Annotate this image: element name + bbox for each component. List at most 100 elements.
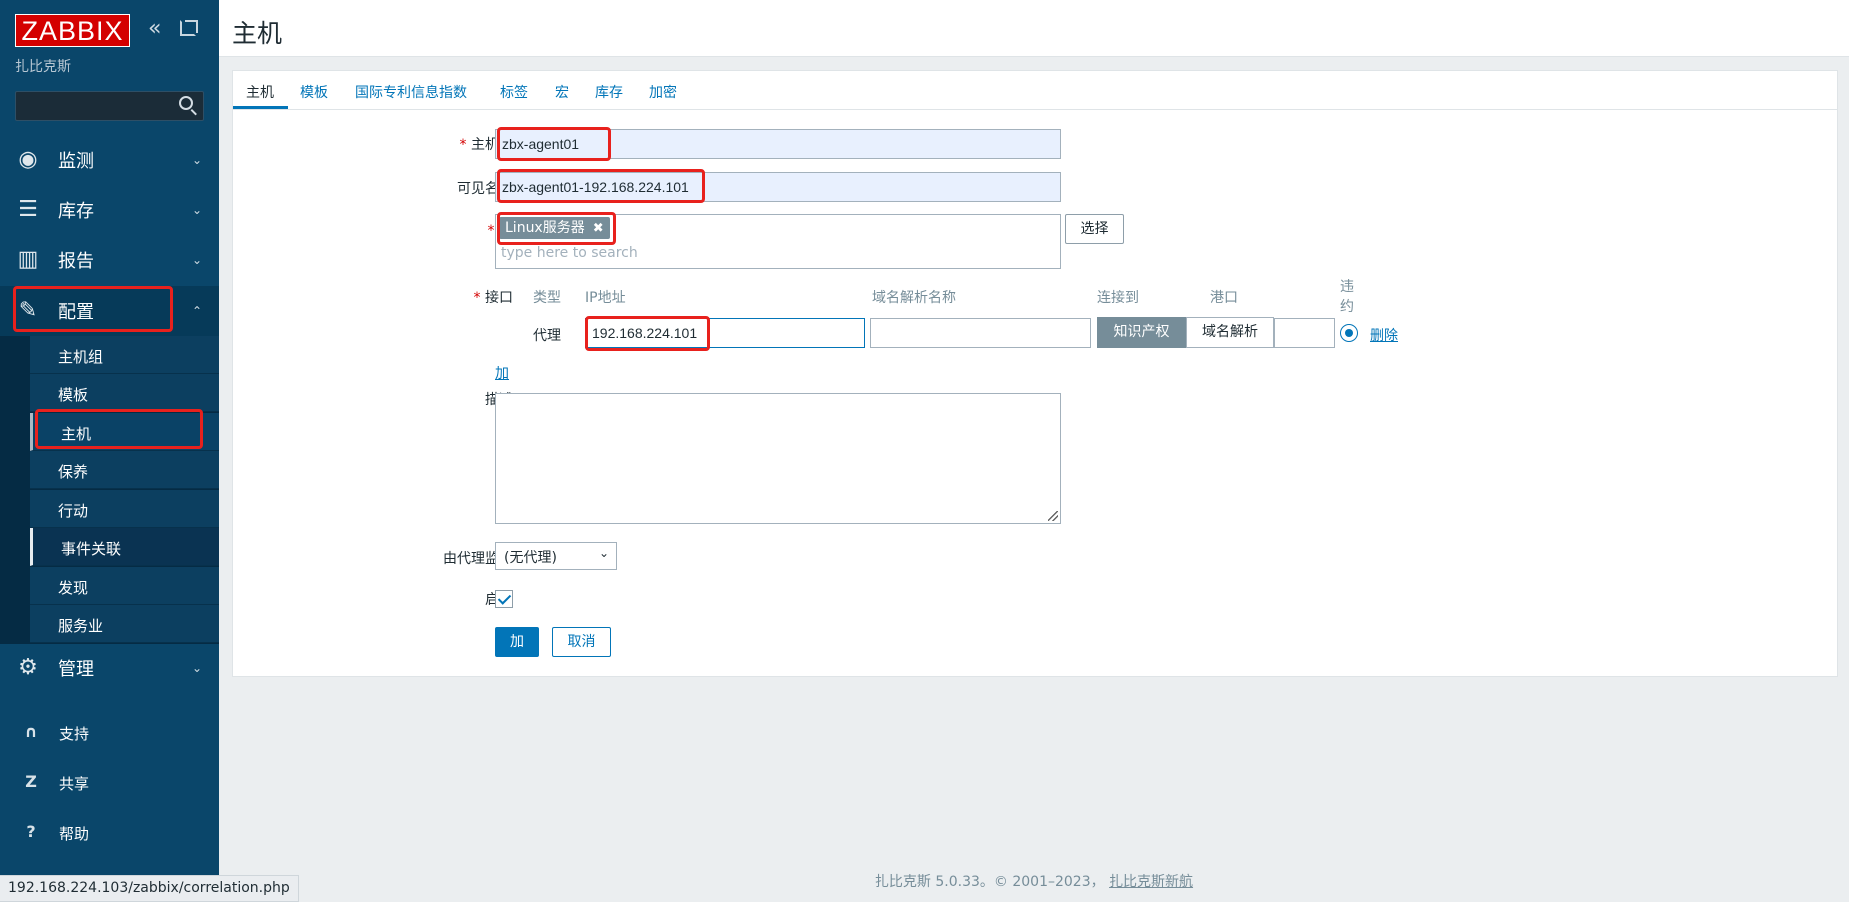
- iface-ip-input[interactable]: [585, 318, 865, 348]
- group-search-placeholder[interactable]: type here to search: [501, 245, 638, 261]
- chevron-down-icon: ⌄: [192, 153, 203, 167]
- interfaces-label: * 接口: [473, 290, 513, 306]
- tab-tags[interactable]: 标签: [500, 82, 528, 102]
- select-group-button[interactable]: 选择: [1065, 214, 1124, 244]
- resize-grip-icon[interactable]: [1048, 511, 1058, 521]
- chevron-down-icon: ⌄: [192, 661, 203, 675]
- footer-text: 扎比克斯 5.0.33。© 2001–2023，: [874, 874, 1105, 890]
- bar-chart-icon: ▥: [17, 247, 39, 272]
- menu-help-label: 帮助: [59, 825, 90, 843]
- visible-name-label: 可见名称: [457, 181, 513, 197]
- iface-header-connect: 连接到: [1097, 290, 1139, 306]
- menu-support-label: 支持: [59, 725, 90, 743]
- configuration-submenu: 主机组 模板 主机 保养 行动 事件关联 发现 服务业: [0, 336, 219, 644]
- menu-share-label: 共享: [59, 775, 90, 793]
- menu-administration-label: 管理: [58, 659, 94, 680]
- chevron-up-icon: ⌃: [192, 304, 203, 318]
- sidebar: ZABBIX « 扎比克斯 ◉ 监测 ⌄ ☰ 库存 ⌄ ▥ 报告 ⌄ ✎ 配置 …: [0, 0, 219, 902]
- menu-reports[interactable]: ▥ 报告 ⌄: [0, 235, 219, 285]
- menu-inventory-label: 库存: [58, 201, 94, 222]
- iface-port-input[interactable]: [1274, 318, 1335, 348]
- submenu-label: 发现: [58, 579, 89, 597]
- submenu-label: 事件关联: [61, 540, 122, 558]
- host-name-label: * 主机名: [459, 137, 513, 153]
- chevron-down-icon: ⌄: [192, 253, 203, 267]
- submenu-label: 保养: [58, 463, 89, 481]
- iface-dns-input[interactable]: [870, 318, 1091, 348]
- iface-header-port: 港口: [1210, 290, 1238, 306]
- kiosk-mode-icon[interactable]: [180, 20, 198, 36]
- menu-support[interactable]: ∩ 支持: [0, 712, 219, 752]
- list-icon: ☰: [18, 197, 38, 222]
- menu-inventory[interactable]: ☰ 库存 ⌄: [0, 185, 219, 235]
- submenu-host-groups[interactable]: 主机组: [30, 336, 219, 374]
- help-icon: ?: [26, 822, 36, 841]
- headset-icon: ∩: [24, 722, 38, 741]
- enabled-checkbox[interactable]: [495, 590, 513, 608]
- submenu-hosts[interactable]: 主机: [30, 413, 219, 451]
- menu-share[interactable]: Z 共享: [0, 762, 219, 802]
- add-host-button[interactable]: 加: [495, 627, 539, 657]
- proxy-select[interactable]: (无代理) ⌄: [495, 542, 617, 570]
- share-icon: Z: [25, 772, 37, 791]
- brand-subtitle: 扎比克斯: [15, 59, 71, 75]
- tab-host[interactable]: 主机: [246, 82, 274, 102]
- description-label: 描述: [333, 389, 513, 409]
- submenu-label: 服务业: [58, 617, 104, 635]
- form-tabs: 主机 模板 国际专利信息指数 标签 宏 库存 加密: [233, 71, 1837, 110]
- submenu-label: 模板: [58, 386, 89, 404]
- submenu-services[interactable]: 服务业: [30, 605, 219, 643]
- connect-to-dns-button[interactable]: 域名解析: [1186, 317, 1274, 348]
- cancel-button[interactable]: 取消: [552, 627, 611, 657]
- tab-templates[interactable]: 模板: [300, 82, 328, 102]
- iface-header-ip: IP地址: [585, 290, 626, 306]
- iface-header-default: 违约: [1340, 279, 1354, 315]
- add-interface-link[interactable]: 加: [495, 363, 509, 383]
- gear-icon: ⚙: [18, 655, 38, 680]
- menu-configuration-label: 配置: [58, 302, 94, 323]
- submenu-maintenance[interactable]: 保养: [30, 451, 219, 489]
- remove-tag-icon[interactable]: ✖: [593, 221, 604, 236]
- submenu-templates[interactable]: 模板: [30, 374, 219, 412]
- groups-label: * 组: [487, 223, 513, 239]
- chevron-down-icon: ⌄: [598, 546, 609, 560]
- tab-encryption[interactable]: 加密: [649, 82, 677, 102]
- default-interface-radio[interactable]: [1340, 324, 1358, 342]
- group-tag-linux-servers[interactable]: Linux服务器 ✖: [499, 217, 610, 239]
- host-form-panel: 主机 模板 国际专利信息指数 标签 宏 库存 加密 * 主机名 可见名称 * 组…: [232, 70, 1838, 677]
- active-tab-indicator: [233, 106, 288, 109]
- search-icon[interactable]: [179, 96, 193, 110]
- description-textarea[interactable]: [495, 393, 1061, 524]
- menu-reports-label: 报告: [58, 251, 94, 272]
- collapse-sidebar-icon[interactable]: «: [148, 18, 161, 40]
- iface-header-dns: 域名解析名称: [872, 290, 956, 306]
- submenu-discovery[interactable]: 发现: [30, 567, 219, 605]
- tab-macros[interactable]: 宏: [555, 82, 569, 102]
- visible-name-input[interactable]: [495, 172, 1061, 202]
- footer-link[interactable]: 扎比克斯新航: [1109, 874, 1193, 890]
- remove-interface-link[interactable]: 删除: [1370, 325, 1398, 345]
- submenu-label: 主机组: [58, 348, 104, 366]
- tab-ipmi[interactable]: 国际专利信息指数: [355, 82, 467, 102]
- submenu-actions[interactable]: 行动: [30, 490, 219, 528]
- sidebar-search-input[interactable]: [15, 91, 204, 121]
- proxy-selected-value: (无代理): [504, 550, 557, 566]
- submenu-label: 主机: [61, 425, 92, 443]
- menu-monitoring-label: 监测: [58, 151, 94, 172]
- page-footer: 扎比克斯 5.0.33。© 2001–2023， 扎比克斯新航: [219, 871, 1849, 891]
- menu-monitoring[interactable]: ◉ 监测 ⌄: [0, 135, 219, 185]
- submenu-event-correlation[interactable]: 事件关联: [30, 528, 219, 566]
- menu-configuration[interactable]: ✎ 配置 ⌃: [0, 286, 219, 336]
- enabled-label: 启用: [333, 589, 513, 609]
- host-name-input[interactable]: [495, 129, 1061, 159]
- tab-inventory[interactable]: 库存: [595, 82, 623, 102]
- submenu-label: 行动: [58, 502, 89, 520]
- menu-help[interactable]: ? 帮助: [0, 812, 219, 852]
- zabbix-logo[interactable]: ZABBIX: [15, 14, 130, 47]
- group-tag-label: Linux服务器: [505, 220, 585, 236]
- connect-to-ip-button[interactable]: 知识产权: [1097, 317, 1186, 348]
- menu-administration[interactable]: ⚙ 管理 ⌄: [0, 643, 219, 693]
- page-title: 主机: [232, 19, 283, 48]
- iface-type-agent: 代理: [533, 328, 561, 344]
- eye-icon: ◉: [18, 147, 38, 172]
